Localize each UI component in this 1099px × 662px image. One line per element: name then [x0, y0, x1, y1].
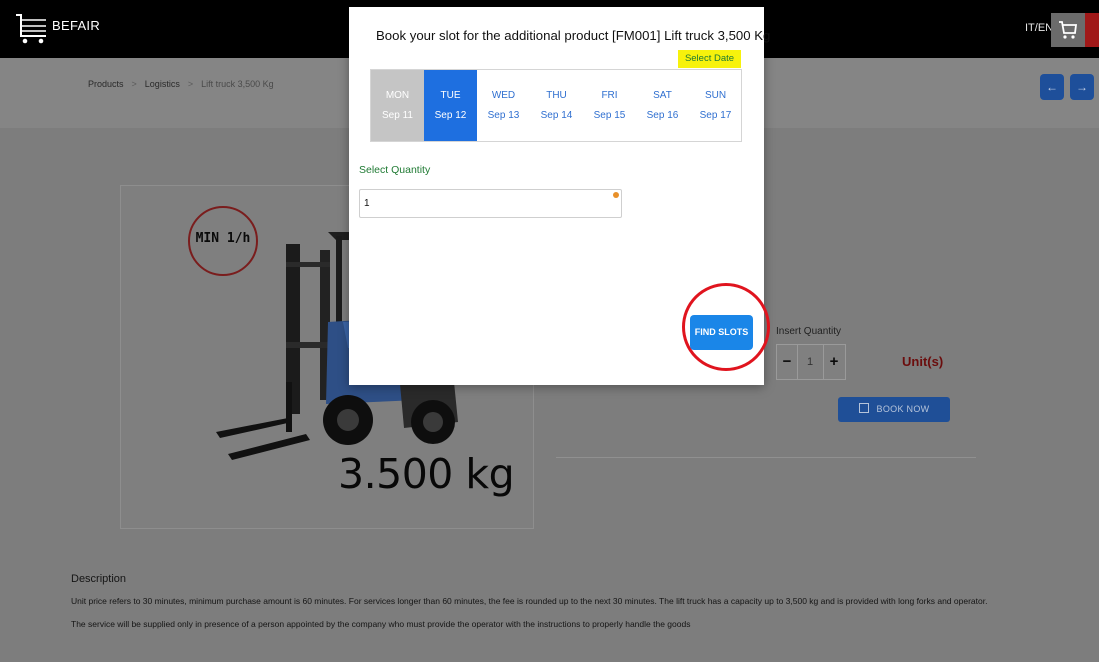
user-icon[interactable] — [1085, 13, 1099, 47]
weight-label: 3.500 kg — [338, 450, 515, 498]
min-duration-badge: MIN 1/h — [188, 206, 258, 276]
breadcrumb-separator: > — [187, 79, 194, 89]
next-product-button[interactable]: → — [1070, 74, 1094, 100]
day-name: THU — [546, 90, 567, 101]
min-duration-text: MIN 1/h — [195, 231, 251, 246]
breadcrumb-logistics[interactable]: Logistics — [145, 79, 180, 89]
day-name: SAT — [653, 90, 672, 101]
unit-label: Unit(s) — [902, 354, 944, 369]
breadcrumb-current: Lift truck 3,500 Kg — [201, 79, 274, 89]
book-now-button[interactable]: BOOK NOW — [838, 397, 950, 422]
cart-button[interactable] — [1051, 13, 1085, 47]
breadcrumb-products[interactable]: Products — [88, 79, 124, 89]
day-wed[interactable]: WED Sep 13 — [477, 70, 530, 141]
day-date: Sep 16 — [646, 110, 679, 121]
increase-quantity-button[interactable]: + — [823, 345, 844, 379]
divider — [556, 457, 976, 458]
day-name: TUE — [440, 90, 461, 101]
description-title: Description — [71, 573, 127, 585]
required-indicator-icon — [613, 192, 619, 198]
day-fri[interactable]: FRI Sep 15 — [583, 70, 636, 141]
day-picker: MON Sep 11 TUE Sep 12 WED Sep 13 THU Sep… — [370, 69, 742, 142]
day-date: Sep 12 — [434, 110, 467, 121]
day-date: Sep 15 — [593, 110, 626, 121]
quantity-stepper: − 1 + — [776, 344, 846, 380]
description-line-1: Unit price refers to 30 minutes, minimum… — [71, 596, 988, 606]
cart-logo-icon — [16, 14, 46, 44]
cart-icon — [1059, 21, 1078, 39]
day-mon[interactable]: MON Sep 11 — [371, 70, 424, 141]
quantity-input[interactable] — [359, 189, 622, 218]
day-tue[interactable]: TUE Sep 12 — [424, 70, 477, 141]
day-date: Sep 17 — [699, 110, 732, 121]
app-name: BEFAIR — [52, 18, 101, 33]
breadcrumb: Products > Logistics > Lift truck 3,500 Kg — [88, 79, 274, 89]
quantity-value[interactable]: 1 — [797, 345, 823, 379]
day-date: Sep 13 — [487, 110, 520, 121]
language-switch[interactable]: IT/EN — [1025, 22, 1053, 34]
day-name: FRI — [601, 90, 618, 101]
insert-quantity-label: Insert Quantity — [776, 326, 842, 337]
day-thu[interactable]: THU Sep 14 — [530, 70, 583, 141]
select-quantity-label: Select Quantity — [359, 164, 431, 176]
day-sun[interactable]: SUN Sep 17 — [689, 70, 742, 141]
day-sat[interactable]: SAT Sep 16 — [636, 70, 689, 141]
calendar-icon — [858, 403, 869, 413]
day-name: MON — [385, 90, 410, 101]
modal-title: Book your slot for the additional produc… — [376, 28, 771, 43]
logo[interactable]: BEFAIR — [14, 12, 100, 48]
decrease-quantity-button[interactable]: − — [777, 345, 798, 379]
select-date-label: Select Date — [678, 50, 741, 68]
day-date: Sep 11 — [382, 110, 413, 121]
breadcrumb-separator: > — [131, 79, 137, 89]
description-line-2: The service will be supplied only in pre… — [71, 619, 691, 629]
find-slots-button[interactable]: FIND SLOTS — [690, 315, 753, 350]
day-date: Sep 14 — [540, 110, 573, 121]
prev-product-button[interactable]: ← — [1040, 74, 1064, 100]
day-name: SUN — [704, 90, 727, 101]
day-name: WED — [491, 90, 516, 101]
book-now-label: BOOK NOW — [876, 404, 930, 414]
